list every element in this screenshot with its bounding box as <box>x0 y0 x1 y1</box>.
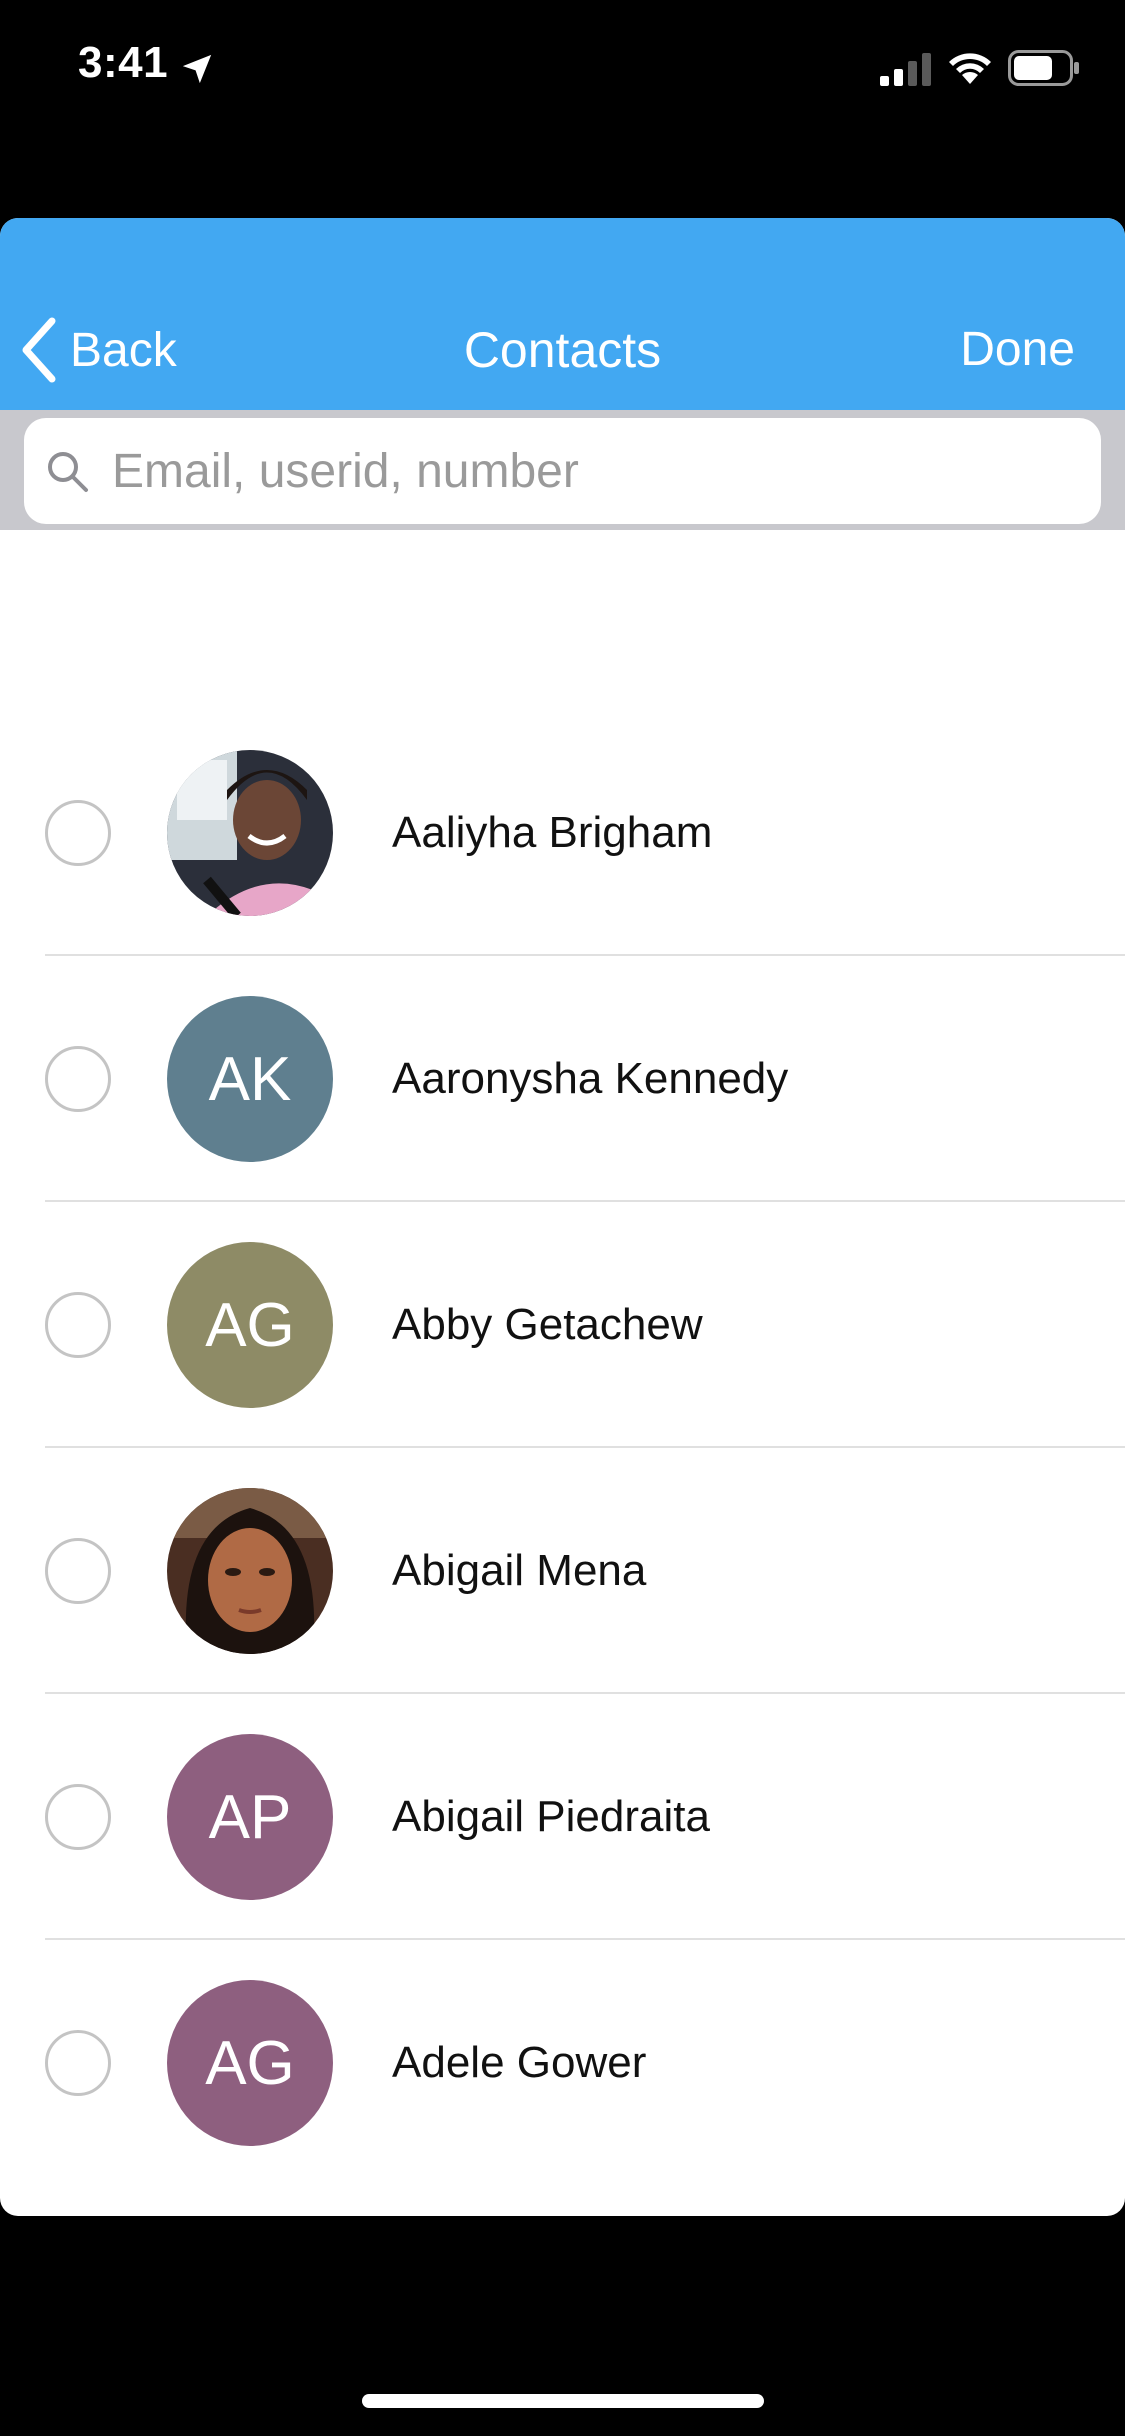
select-radio[interactable] <box>45 2030 111 2096</box>
contact-name: Abigail Mena <box>392 1546 647 1595</box>
signal-icon <box>880 53 931 86</box>
contact-row[interactable]: Aaliyha Brigham <box>0 710 1125 956</box>
contact-name: Abigail Piedraita <box>392 1792 710 1841</box>
select-radio[interactable] <box>45 1046 111 1112</box>
contact-list: Aaliyha Brigham AK Aaronysha Kennedy AG … <box>0 710 1125 2186</box>
home-indicator[interactable] <box>362 2394 764 2408</box>
navigation-bar: Back Contacts Done <box>0 218 1125 410</box>
avatar: AK <box>167 996 333 1162</box>
select-radio[interactable] <box>45 1538 111 1604</box>
search-field[interactable] <box>24 418 1101 524</box>
chevron-left-icon <box>22 317 56 383</box>
contact-name: Aaliyha Brigham <box>392 808 713 857</box>
done-button[interactable]: Done <box>960 310 1075 390</box>
search-bar <box>0 410 1125 530</box>
battery-icon <box>1008 50 1079 86</box>
avatar <box>167 1488 333 1654</box>
status-bar: 3:41 <box>0 0 1125 140</box>
avatar <box>167 750 333 916</box>
location-arrow-icon <box>182 54 212 84</box>
avatar-initials: AP <box>208 1782 292 1852</box>
back-label: Back <box>70 323 177 377</box>
avatar-initials: AG <box>205 1290 295 1360</box>
contact-row[interactable]: AP Abigail Piedraita <box>0 1694 1125 1940</box>
contact-name: Adele Gower <box>392 2038 647 2087</box>
select-radio[interactable] <box>45 1292 111 1358</box>
avatar-photo <box>167 1488 333 1654</box>
avatar-photo <box>167 750 333 916</box>
contact-name: Aaronysha Kennedy <box>392 1054 789 1103</box>
contact-row[interactable]: AG Adele Gower <box>0 1940 1125 2186</box>
search-input[interactable] <box>110 442 1060 500</box>
contact-name: Abby Getachew <box>392 1300 703 1349</box>
search-icon <box>48 452 88 492</box>
avatar: AP <box>167 1734 333 1900</box>
select-radio[interactable] <box>45 1784 111 1850</box>
contacts-sheet: Back Contacts Done Email, userid, number… <box>0 218 1125 2216</box>
avatar: AG <box>167 1242 333 1408</box>
contact-row[interactable]: Abigail Mena <box>0 1448 1125 1694</box>
contact-row[interactable]: AK Aaronysha Kennedy <box>0 956 1125 1202</box>
avatar: AG <box>167 1980 333 2146</box>
contact-row[interactable]: AG Abby Getachew <box>0 1202 1125 1448</box>
wifi-icon <box>949 53 991 84</box>
back-button[interactable]: Back <box>18 310 177 390</box>
status-time: 3:41 <box>78 38 169 87</box>
select-radio[interactable] <box>45 800 111 866</box>
avatar-initials: AG <box>205 2028 295 2098</box>
avatar-initials: AK <box>208 1044 292 1114</box>
